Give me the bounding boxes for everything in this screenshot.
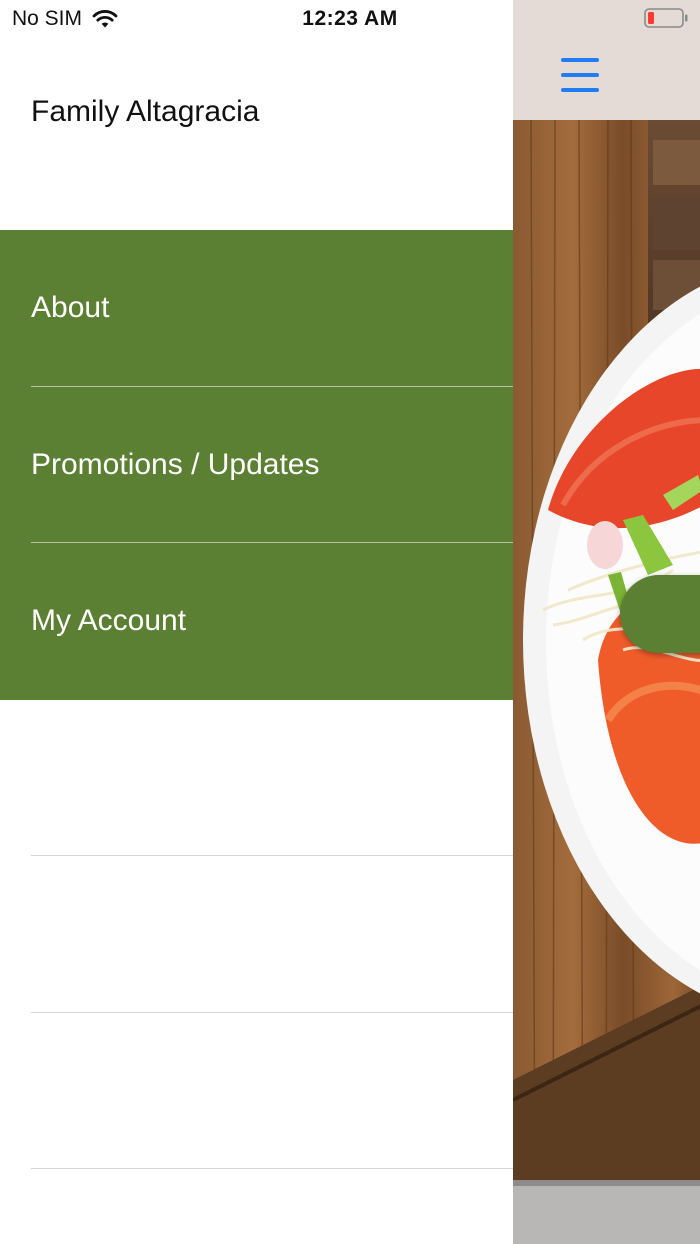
menu-item-label: My Account bbox=[31, 604, 187, 638]
drawer-title: Family Altagracia bbox=[31, 95, 260, 128]
menu-item-empty[interactable] bbox=[0, 856, 513, 1013]
hero-action-button[interactable] bbox=[620, 575, 700, 653]
app-screen: No SIM 12:23 AM Family Altagracia About … bbox=[0, 0, 700, 1244]
menu-item-label: About bbox=[31, 291, 110, 325]
menu-item-about[interactable]: About bbox=[0, 230, 513, 387]
battery-icon bbox=[644, 8, 688, 28]
side-drawer: Family Altagracia About Promotions / Upd… bbox=[0, 0, 513, 1244]
hamburger-icon[interactable] bbox=[561, 58, 599, 94]
hero-food-image bbox=[513, 120, 700, 1244]
divider bbox=[31, 1168, 513, 1169]
main-content bbox=[513, 0, 700, 1244]
menu-item-promotions-updates[interactable]: Promotions / Updates bbox=[0, 386, 513, 543]
menu-item-my-account[interactable]: My Account bbox=[0, 543, 513, 700]
menu-item-empty[interactable] bbox=[0, 1013, 513, 1169]
drawer-menu: About Promotions / Updates My Account bbox=[0, 230, 513, 1169]
menu-item-label: Promotions / Updates bbox=[31, 447, 320, 481]
status-bar: No SIM 12:23 AM bbox=[0, 0, 700, 40]
clock: 12:23 AM bbox=[302, 7, 398, 30]
drawer-header bbox=[0, 40, 513, 230]
menu-item-empty[interactable] bbox=[0, 700, 513, 856]
